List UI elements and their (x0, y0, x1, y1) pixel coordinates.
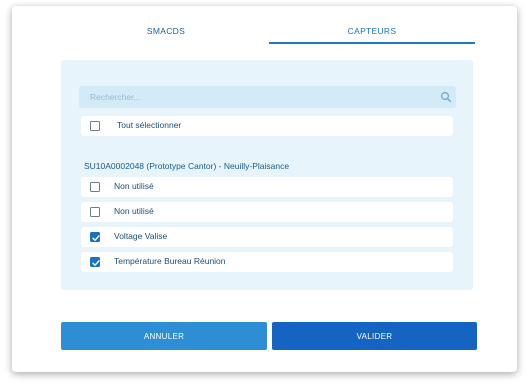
sensor-checkbox[interactable] (90, 207, 100, 217)
select-all-row[interactable]: Tout sélectionner (81, 116, 453, 136)
check-icon (92, 235, 100, 241)
select-all-label: Tout sélectionner (117, 120, 182, 130)
tab-smacds[interactable]: SMACDS (63, 16, 269, 46)
select-all-checkbox[interactable] (90, 121, 100, 131)
sensor-item[interactable]: Non utilisé (81, 177, 453, 197)
cancel-button[interactable]: ANNULER (61, 322, 267, 350)
sensor-checkbox[interactable] (90, 257, 100, 267)
sensor-checkbox[interactable] (90, 182, 100, 192)
sensor-checkbox[interactable] (90, 232, 100, 242)
search-box (79, 86, 456, 108)
search-icon[interactable] (440, 91, 452, 103)
sensor-label: Non utilisé (114, 181, 154, 191)
sensor-item[interactable]: Voltage Valise (81, 227, 453, 247)
check-icon (92, 260, 100, 266)
tab-bar: SMACDS CAPTEURS (63, 16, 475, 46)
sensor-label: Voltage Valise (114, 231, 168, 241)
sensor-label: Température Bureau Réunion (114, 256, 226, 266)
validate-button[interactable]: VALIDER (272, 322, 477, 350)
search-input[interactable] (79, 86, 456, 108)
active-tab-indicator (269, 42, 475, 44)
sensor-item[interactable]: Non utilisé (81, 202, 453, 222)
sensor-item[interactable]: Température Bureau Réunion (81, 252, 453, 272)
sensor-list-panel: Tout sélectionner SU10A0002048 (Prototyp… (61, 60, 473, 290)
sensor-group-title: SU10A0002048 (Prototype Cantor) - Neuill… (84, 161, 290, 171)
sensor-label: Non utilisé (114, 206, 154, 216)
